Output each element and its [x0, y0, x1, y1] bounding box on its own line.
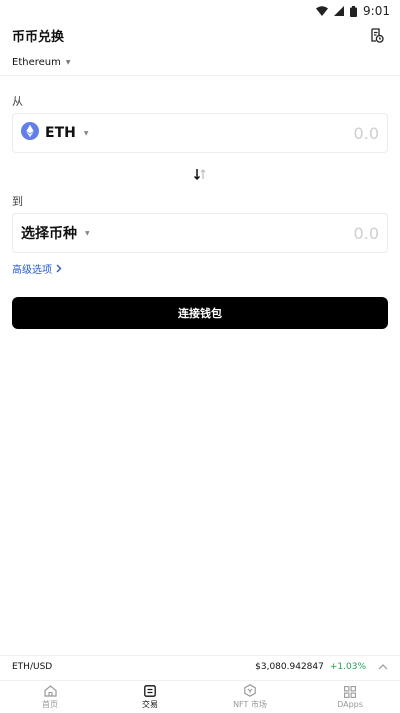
connect-wallet-button[interactable]: 连接钱包 — [12, 297, 388, 329]
from-token-selector[interactable]: ETH ▼ — [21, 122, 88, 144]
caret-down-icon: ▼ — [85, 229, 90, 237]
to-token-box: 选择币种 ▼ 0.0 — [12, 213, 388, 253]
tab-trade[interactable]: 交易 — [100, 681, 200, 713]
status-bar: 9:01 — [0, 0, 400, 22]
tab-label: 交易 — [142, 699, 158, 709]
history-button[interactable] — [366, 24, 388, 46]
tab-label: DApps — [337, 699, 363, 709]
divider — [0, 75, 400, 76]
tab-label: NFT 市场 — [233, 700, 267, 709]
page-title: 币币兑换 — [12, 29, 65, 45]
advanced-options-label: 高级选项 — [12, 265, 52, 276]
apps-icon — [344, 685, 356, 698]
swap-direction-button[interactable] — [190, 165, 210, 183]
ticker-price: $3,080.942847 — [255, 662, 324, 672]
tab-nft-market[interactable]: NFT 市场 — [200, 681, 300, 713]
chevron-right-icon — [56, 264, 62, 273]
from-token-box: ETH ▼ 0.0 — [12, 113, 388, 153]
to-amount-input[interactable]: 0.0 — [354, 224, 379, 243]
battery-icon — [350, 5, 358, 17]
price-ticker[interactable]: ETH/USD $3,080.942847 +1.03% — [0, 656, 400, 678]
network-selector[interactable]: Ethereum ▼ — [12, 54, 70, 70]
swap-arrows-icon — [193, 169, 206, 181]
from-amount-input[interactable]: 0.0 — [354, 124, 379, 143]
to-token-name: 选择币种 — [21, 226, 77, 242]
status-time: 9:01 — [363, 4, 390, 18]
tab-label: 首页 — [42, 699, 58, 709]
app-header: 币币兑换 — [0, 22, 400, 48]
home-icon — [43, 684, 57, 697]
trade-icon — [144, 684, 156, 697]
bottom-tab-bar: 首页 交易 NFT 市场 DApps — [0, 680, 400, 713]
chevron-up-icon[interactable] — [378, 664, 388, 670]
ticker-pair: ETH/USD — [12, 662, 53, 672]
wifi-icon — [316, 6, 329, 16]
history-icon — [371, 27, 384, 43]
to-token-selector[interactable]: 选择币种 ▼ — [21, 223, 90, 243]
ticker-values: $3,080.942847 +1.03% — [255, 662, 388, 672]
eth-icon — [21, 122, 39, 144]
tab-dapps[interactable]: DApps — [300, 681, 400, 713]
from-token-name: ETH — [45, 125, 76, 141]
from-label: 从 — [12, 95, 23, 108]
network-name: Ethereum — [12, 56, 61, 68]
ticker-change: +1.03% — [329, 662, 366, 672]
tab-home[interactable]: 首页 — [0, 681, 100, 713]
to-label: 到 — [12, 195, 23, 208]
nft-icon — [244, 684, 256, 697]
caret-down-icon: ▼ — [83, 129, 89, 137]
advanced-options-link[interactable]: 高级选项 — [12, 261, 62, 276]
caret-down-icon: ▼ — [65, 58, 71, 66]
signal-icon — [334, 6, 345, 16]
